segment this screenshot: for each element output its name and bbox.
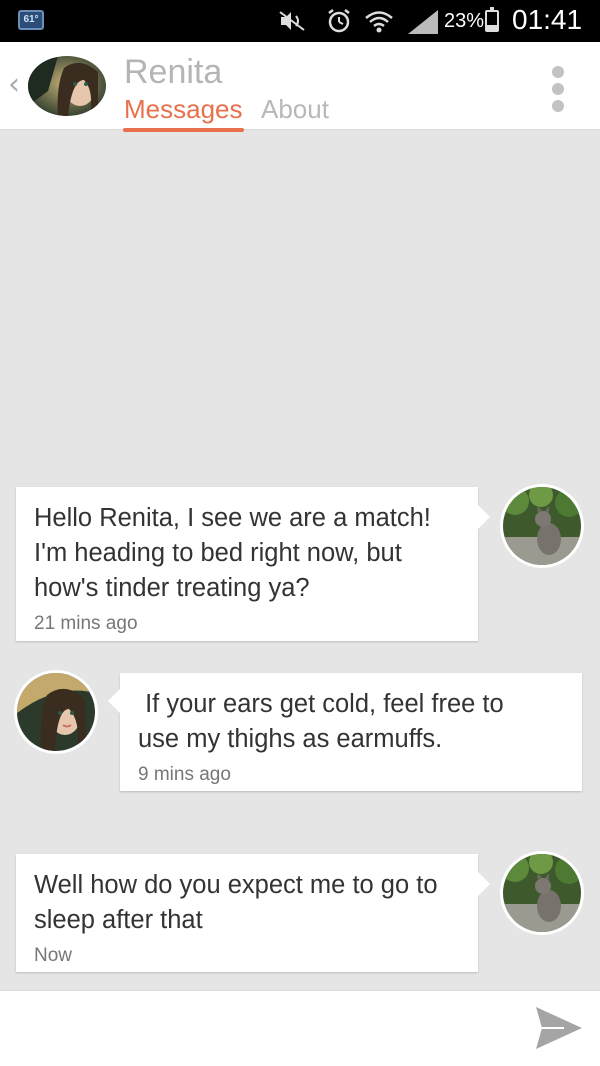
message-line: sleep after that xyxy=(34,906,203,934)
temperature-badge: 61° xyxy=(18,10,44,30)
message-bubble-incoming: If your ears get cold, feel free to use … xyxy=(108,673,582,791)
wifi-icon xyxy=(364,9,394,33)
battery-charging-icon xyxy=(485,7,499,32)
message-line: I'm heading to bed right now, but xyxy=(34,539,402,567)
tab-messages[interactable]: Messages xyxy=(124,94,243,124)
message-line: If your ears get cold, feel free to xyxy=(138,690,504,718)
message-bubble-outgoing: Hello Renita, I see we are a match! I'm … xyxy=(16,487,490,641)
signal-icon xyxy=(408,10,438,34)
message-line: how's tinder treating ya? xyxy=(34,574,310,602)
send-icon[interactable] xyxy=(534,1005,584,1051)
overflow-menu-icon[interactable] xyxy=(550,66,566,112)
status-bar: 61° 23% 01:41 xyxy=(0,0,600,42)
compose-bar[interactable] xyxy=(0,990,600,1066)
alarm-icon xyxy=(326,9,352,33)
status-time: 01:41 xyxy=(512,4,583,35)
back-chevron-icon[interactable]: ‹ xyxy=(8,70,20,100)
message-line: Well how do you expect me to go to xyxy=(34,871,438,899)
contact-avatar[interactable] xyxy=(14,670,98,754)
message-line: use my thighs as earmuffs. xyxy=(138,725,443,753)
contact-name: Renita xyxy=(124,53,223,91)
battery-percent: 23% xyxy=(444,10,485,32)
mute-icon xyxy=(278,9,306,33)
message-timestamp: 9 mins ago xyxy=(138,764,231,785)
message-bubble-outgoing: Well how do you expect me to go to sleep… xyxy=(16,854,490,972)
tab-about[interactable]: About xyxy=(261,94,329,124)
my-avatar[interactable] xyxy=(500,484,584,568)
message-line: Hello Renita, I see we are a match! xyxy=(34,504,431,532)
my-avatar[interactable] xyxy=(500,851,584,935)
avatar[interactable] xyxy=(28,56,106,116)
message-timestamp: Now xyxy=(34,945,73,966)
active-tab-indicator xyxy=(123,128,244,132)
chat-header: ‹ Renita Messages About xyxy=(0,42,600,132)
message-timestamp: 21 mins ago xyxy=(34,613,138,634)
